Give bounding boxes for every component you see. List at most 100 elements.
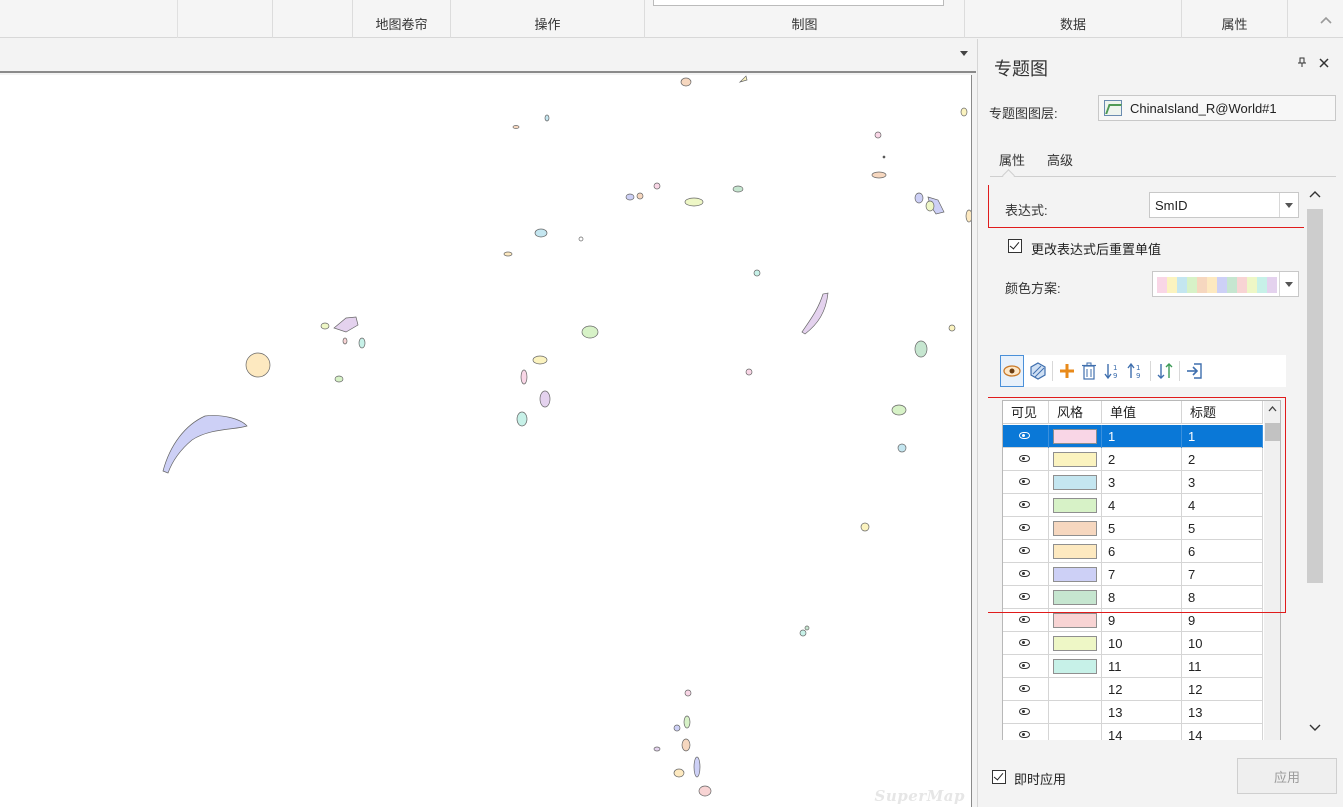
style-cell[interactable]: [1049, 609, 1102, 632]
value-cell[interactable]: 12: [1102, 678, 1182, 701]
column-header-visible[interactable]: 可见: [1003, 401, 1049, 424]
eye-icon[interactable]: [1019, 639, 1030, 646]
eye-icon[interactable]: [1019, 662, 1030, 669]
table-row[interactable]: 10 10: [1003, 632, 1263, 655]
caption-cell[interactable]: 9: [1182, 609, 1263, 632]
caption-cell[interactable]: 10: [1182, 632, 1263, 655]
table-row[interactable]: 44: [1003, 494, 1263, 517]
visible-cell[interactable]: [1003, 678, 1049, 701]
visible-cell[interactable]: [1003, 724, 1049, 740]
style-cell[interactable]: [1049, 471, 1102, 494]
column-header-style[interactable]: 风格: [1049, 401, 1102, 424]
eye-icon[interactable]: [1019, 524, 1030, 531]
value-cell[interactable]: 9: [1102, 609, 1182, 632]
caption-cell[interactable]: 5: [1182, 517, 1263, 540]
value-cell[interactable]: 14: [1102, 724, 1182, 740]
reverse-order-button[interactable]: [1153, 355, 1177, 387]
panel-scroll-thumb[interactable]: [1307, 209, 1323, 583]
eye-icon[interactable]: [1019, 685, 1030, 692]
caption-cell[interactable]: 3: [1182, 471, 1263, 494]
caption-cell[interactable]: 4: [1182, 494, 1263, 517]
eye-icon[interactable]: [1019, 432, 1030, 439]
style-cell[interactable]: [1049, 678, 1102, 701]
caption-cell[interactable]: 2: [1182, 448, 1263, 471]
style-swatch[interactable]: [1053, 452, 1097, 467]
value-cell[interactable]: 4: [1102, 494, 1182, 517]
value-cell[interactable]: 5: [1102, 517, 1182, 540]
eye-icon[interactable]: [1019, 708, 1030, 715]
column-header-caption[interactable]: 标题: [1182, 401, 1263, 424]
value-cell[interactable]: 10: [1102, 632, 1182, 655]
value-cell[interactable]: 2: [1102, 448, 1182, 471]
style-cell[interactable]: [1049, 517, 1102, 540]
style-swatch[interactable]: [1053, 521, 1097, 536]
visible-cell[interactable]: [1003, 563, 1049, 586]
table-row[interactable]: 22: [1003, 448, 1263, 471]
style-cell[interactable]: [1049, 586, 1102, 609]
ribbon-input[interactable]: [653, 0, 944, 6]
table-row[interactable]: 14 14: [1003, 724, 1263, 740]
chevron-down-icon[interactable]: [1309, 723, 1321, 735]
table-row[interactable]: 13 13: [1003, 701, 1263, 724]
style-swatch[interactable]: [1053, 659, 1097, 674]
visibility-button[interactable]: [1000, 355, 1024, 387]
eye-icon[interactable]: [1019, 501, 1030, 508]
caption-cell[interactable]: 1: [1182, 425, 1263, 448]
value-cell[interactable]: 11: [1102, 655, 1182, 678]
visible-cell[interactable]: [1003, 448, 1049, 471]
tab-advanced[interactable]: 高级: [1038, 149, 1082, 176]
style-swatch[interactable]: [1053, 613, 1097, 628]
chevron-up-icon[interactable]: [1309, 189, 1321, 201]
expression-combo[interactable]: SmID: [1149, 192, 1299, 218]
sort-descending-button[interactable]: 19: [1124, 355, 1148, 387]
value-cell[interactable]: 13: [1102, 701, 1182, 724]
import-button[interactable]: [1182, 355, 1206, 387]
eye-icon[interactable]: [1019, 455, 1030, 462]
style-swatch[interactable]: [1053, 567, 1097, 582]
table-row[interactable]: 55: [1003, 517, 1263, 540]
style-cell[interactable]: [1049, 425, 1102, 448]
caption-cell[interactable]: 13: [1182, 701, 1263, 724]
tab-properties[interactable]: 属性: [990, 149, 1035, 176]
reset-values-checkbox[interactable]: [1008, 239, 1022, 253]
table-row[interactable]: 77: [1003, 563, 1263, 586]
style-swatch[interactable]: [1053, 544, 1097, 559]
style-swatch[interactable]: [1053, 590, 1097, 605]
eye-icon[interactable]: [1019, 593, 1030, 600]
delete-button[interactable]: [1077, 355, 1101, 387]
style-swatch[interactable]: [1053, 636, 1097, 651]
style-cell[interactable]: [1049, 655, 1102, 678]
instant-apply-checkbox[interactable]: [992, 770, 1006, 784]
style-swatch[interactable]: [1053, 475, 1097, 490]
eye-icon[interactable]: [1019, 570, 1030, 577]
table-row[interactable]: 88: [1003, 586, 1263, 609]
panel-scrollbar[interactable]: [1305, 185, 1325, 741]
visible-cell[interactable]: [1003, 609, 1049, 632]
style-button[interactable]: [1026, 355, 1050, 387]
visible-cell[interactable]: [1003, 494, 1049, 517]
visible-cell[interactable]: [1003, 586, 1049, 609]
value-cell[interactable]: 7: [1102, 563, 1182, 586]
close-icon[interactable]: [1319, 55, 1329, 71]
visible-cell[interactable]: [1003, 632, 1049, 655]
caption-cell[interactable]: 8: [1182, 586, 1263, 609]
add-button[interactable]: [1055, 355, 1079, 387]
caption-cell[interactable]: 12: [1182, 678, 1263, 701]
apply-button[interactable]: 应用: [1237, 758, 1337, 794]
sort-ascending-button[interactable]: 19: [1101, 355, 1125, 387]
style-swatch[interactable]: [1053, 498, 1097, 513]
table-row[interactable]: 11 11: [1003, 655, 1263, 678]
value-cell[interactable]: 8: [1102, 586, 1182, 609]
value-cell[interactable]: 6: [1102, 540, 1182, 563]
map-view[interactable]: SuperMap: [0, 75, 972, 807]
chevron-up-icon[interactable]: [1268, 404, 1277, 414]
table-scrollbar[interactable]: [1264, 401, 1280, 740]
table-row[interactable]: 66: [1003, 540, 1263, 563]
layer-selector[interactable]: ChinaIsland_R@World#1: [1098, 95, 1336, 121]
value-cell[interactable]: 3: [1102, 471, 1182, 494]
column-header-value[interactable]: 单值: [1102, 401, 1182, 424]
value-cell[interactable]: 1: [1102, 425, 1182, 448]
visible-cell[interactable]: [1003, 425, 1049, 448]
style-cell[interactable]: [1049, 448, 1102, 471]
map-canvas[interactable]: [0, 75, 972, 807]
